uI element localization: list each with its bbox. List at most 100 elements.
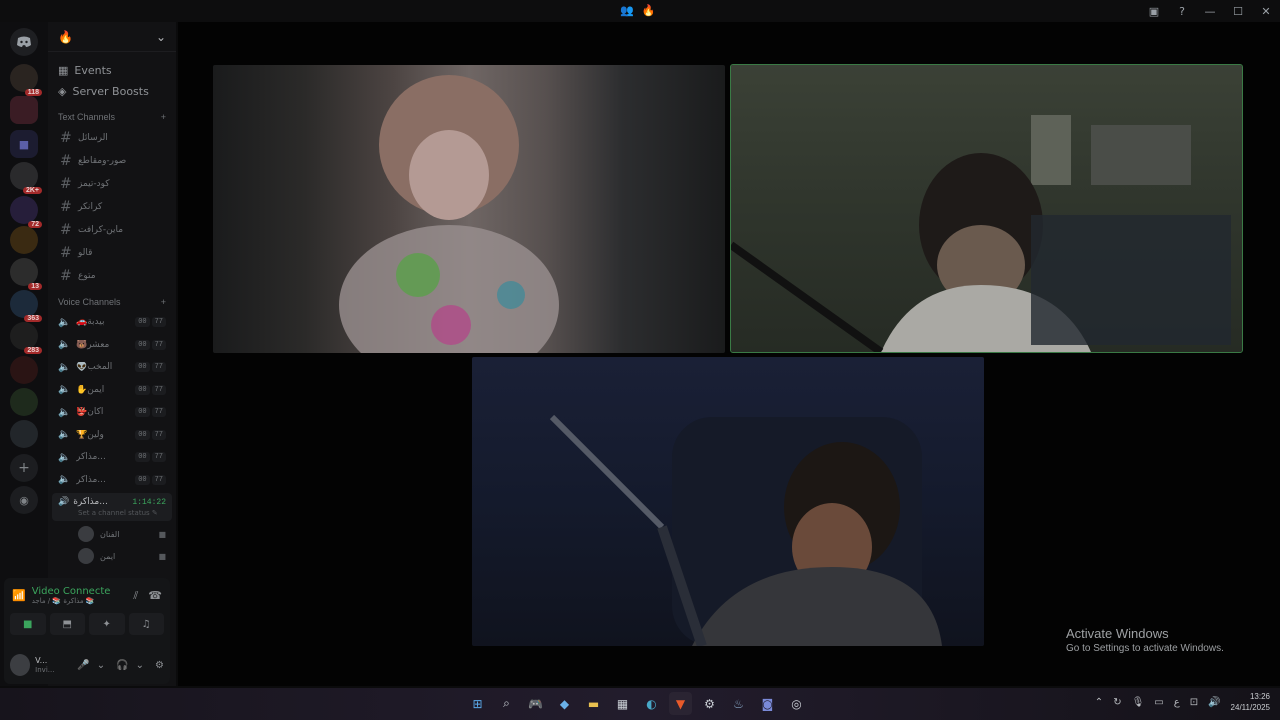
- minimize-icon[interactable]: —: [1196, 5, 1224, 18]
- camera-button[interactable]: ■: [10, 613, 46, 635]
- avatar[interactable]: [10, 654, 31, 676]
- network-icon[interactable]: ⊡: [1190, 697, 1198, 708]
- connection-status[interactable]: Video Connecte: [32, 586, 128, 597]
- soundboard-button[interactable]: ♫: [128, 613, 164, 635]
- taskbar: ⊞ ⌕ 🎮 ◆ ▬ ▦ ◐ ▼ ⚙ ♨ ◙ ◎ ⌃ ↻ 🎙 ▭ ع ⊡ 🔊 13…: [0, 688, 1280, 720]
- chevron-down-icon[interactable]: ⌄: [97, 660, 105, 671]
- display-icon[interactable]: ▭: [1154, 697, 1163, 708]
- voice-member[interactable]: ايمن ■: [48, 545, 176, 567]
- video-feed: [339, 75, 559, 353]
- chevron-down-icon[interactable]: ⌄: [136, 660, 144, 671]
- add-channel-icon[interactable]: +: [161, 297, 166, 307]
- discover-icon[interactable]: ◉: [10, 486, 38, 514]
- activities-button[interactable]: ✦: [89, 613, 125, 635]
- voice-channel[interactable]: 🔈 🚗بيدبة 00 77: [48, 311, 176, 334]
- server-icon-9[interactable]: 283: [10, 322, 42, 354]
- inbox-icon[interactable]: ▣: [1140, 5, 1168, 18]
- member-name: الفنان: [100, 529, 120, 539]
- text-channel[interactable]: # صور-ومقاطع: [48, 149, 176, 172]
- text-channel[interactable]: # ماين-كرافت: [48, 218, 176, 241]
- text-channel[interactable]: # كود-تيمز: [48, 172, 176, 195]
- server-icon-4[interactable]: 2K+: [10, 162, 42, 194]
- text-channel[interactable]: # الرسائل: [48, 126, 176, 149]
- microphone-icon[interactable]: 🎤: [77, 660, 89, 671]
- language-indicator[interactable]: ع: [1174, 697, 1180, 708]
- chevron-up-icon[interactable]: ⌃: [1095, 697, 1103, 708]
- disconnect-icon[interactable]: ☎: [148, 589, 162, 602]
- voice-channel[interactable]: 🔈 مذاكر... 00 77: [48, 469, 176, 492]
- voice-channel[interactable]: 🔈 👽المخب 00 77: [48, 356, 176, 379]
- server-icon-6[interactable]: [10, 226, 38, 254]
- voice-channel[interactable]: 🔈 مذاكر... 00 77: [48, 446, 176, 469]
- store-icon[interactable]: ▦: [611, 692, 634, 715]
- folder-icon[interactable]: ■: [10, 130, 38, 158]
- add-channel-icon[interactable]: +: [161, 112, 166, 122]
- clock[interactable]: 13:26 24/11/2025: [1231, 691, 1270, 713]
- server-icon-11[interactable]: [10, 388, 38, 416]
- voice-member[interactable]: الفنان ■: [48, 523, 176, 545]
- voice-channel[interactable]: 🔈 👺اكان 00 77: [48, 401, 176, 424]
- server-icon-10[interactable]: [10, 356, 38, 384]
- events-link[interactable]: ▦ Events: [48, 60, 176, 81]
- title-bar-center: 👥 🔥: [620, 4, 655, 17]
- system-tray: ⌃ ↻ 🎙 ▭ ع ⊡ 🔊 13:26 24/11/2025: [1095, 691, 1270, 713]
- signal-icon: 📶: [12, 589, 26, 602]
- search-icon[interactable]: ⌕: [495, 692, 518, 715]
- channel-name: 🐻معشر: [76, 339, 110, 350]
- username[interactable]: V...: [35, 656, 66, 666]
- obs-icon[interactable]: ◎: [785, 692, 808, 715]
- server-header[interactable]: 🔥 ⌄: [48, 22, 176, 52]
- brave-icon[interactable]: ▼: [669, 692, 692, 715]
- server-icon-12[interactable]: [10, 420, 38, 448]
- copilot-icon[interactable]: ◆: [553, 692, 576, 715]
- screenshare-button[interactable]: ⬒: [49, 613, 85, 635]
- clock-date: 24/11/2025: [1230, 703, 1270, 712]
- server-icon-5[interactable]: 72: [10, 196, 42, 228]
- gamepad-icon[interactable]: 🎮: [524, 692, 547, 715]
- text-channels-category[interactable]: Text Channels +: [48, 102, 176, 126]
- channel-status[interactable]: Set a channel status ✎: [78, 509, 166, 517]
- server-boosts-link[interactable]: ◈ Server Boosts: [48, 81, 176, 102]
- file-explorer-icon[interactable]: ▬: [582, 692, 605, 715]
- server-icon-7[interactable]: 13: [10, 258, 42, 290]
- voice-channel[interactable]: 🔈 🏆ولين 00 77: [48, 424, 176, 447]
- noise-suppression-icon[interactable]: ⫽: [133, 589, 138, 603]
- video-tile[interactable]: [213, 65, 725, 353]
- gear-icon[interactable]: ⚙: [155, 660, 164, 671]
- voice-channel[interactable]: 🔈 🐻معشر 00 77: [48, 334, 176, 357]
- settings-icon[interactable]: ⚙: [698, 692, 721, 715]
- steam-icon[interactable]: ♨: [727, 692, 750, 715]
- close-icon[interactable]: ✕: [1252, 5, 1280, 18]
- windows-start-icon[interactable]: ⊞: [466, 692, 489, 715]
- channel-name: ماين-كرافت: [78, 224, 124, 235]
- channel-name: مذاكر...: [76, 474, 106, 485]
- sync-icon[interactable]: ↻: [1113, 697, 1121, 708]
- maximize-icon[interactable]: ☐: [1224, 5, 1252, 18]
- help-icon[interactable]: ?: [1168, 5, 1196, 18]
- speaker-icon: 🔈: [58, 361, 71, 373]
- discord-home-icon[interactable]: [10, 28, 38, 56]
- user-limit: 77: [151, 452, 166, 463]
- video-tile[interactable]: [472, 357, 984, 646]
- users-icon[interactable]: 👥: [620, 4, 634, 17]
- active-voice-channel[interactable]: 🔊 مذاكرة... 1:14:22 Set a channel status…: [52, 493, 172, 521]
- text-channel[interactable]: # كرانكر: [48, 195, 176, 218]
- text-channel[interactable]: # متوع: [48, 264, 176, 287]
- video-feed: [549, 414, 942, 646]
- volume-icon[interactable]: 🔊: [1208, 697, 1220, 708]
- headphones-icon[interactable]: 🎧: [116, 660, 128, 671]
- voice-channels-category[interactable]: Voice Channels +: [48, 287, 176, 311]
- add-server-icon[interactable]: +: [10, 454, 38, 482]
- server-icon-1[interactable]: 118: [10, 64, 42, 96]
- user-limit: 77: [151, 407, 166, 418]
- voice-channel[interactable]: 🔈 ✋ايمن 00 77: [48, 379, 176, 402]
- server-icon-2[interactable]: [10, 96, 38, 124]
- discord-icon[interactable]: ◙: [756, 692, 779, 715]
- watermark-subtitle: Go to Settings to activate Windows.: [1066, 643, 1224, 654]
- microphone-icon[interactable]: 🎙: [1132, 697, 1145, 708]
- video-tile-speaking[interactable]: [730, 64, 1243, 353]
- channel-name: كرانكر: [78, 201, 103, 212]
- edge-icon[interactable]: ◐: [640, 692, 663, 715]
- server-icon-8[interactable]: 363: [10, 290, 42, 322]
- text-channel[interactable]: # قالو: [48, 241, 176, 264]
